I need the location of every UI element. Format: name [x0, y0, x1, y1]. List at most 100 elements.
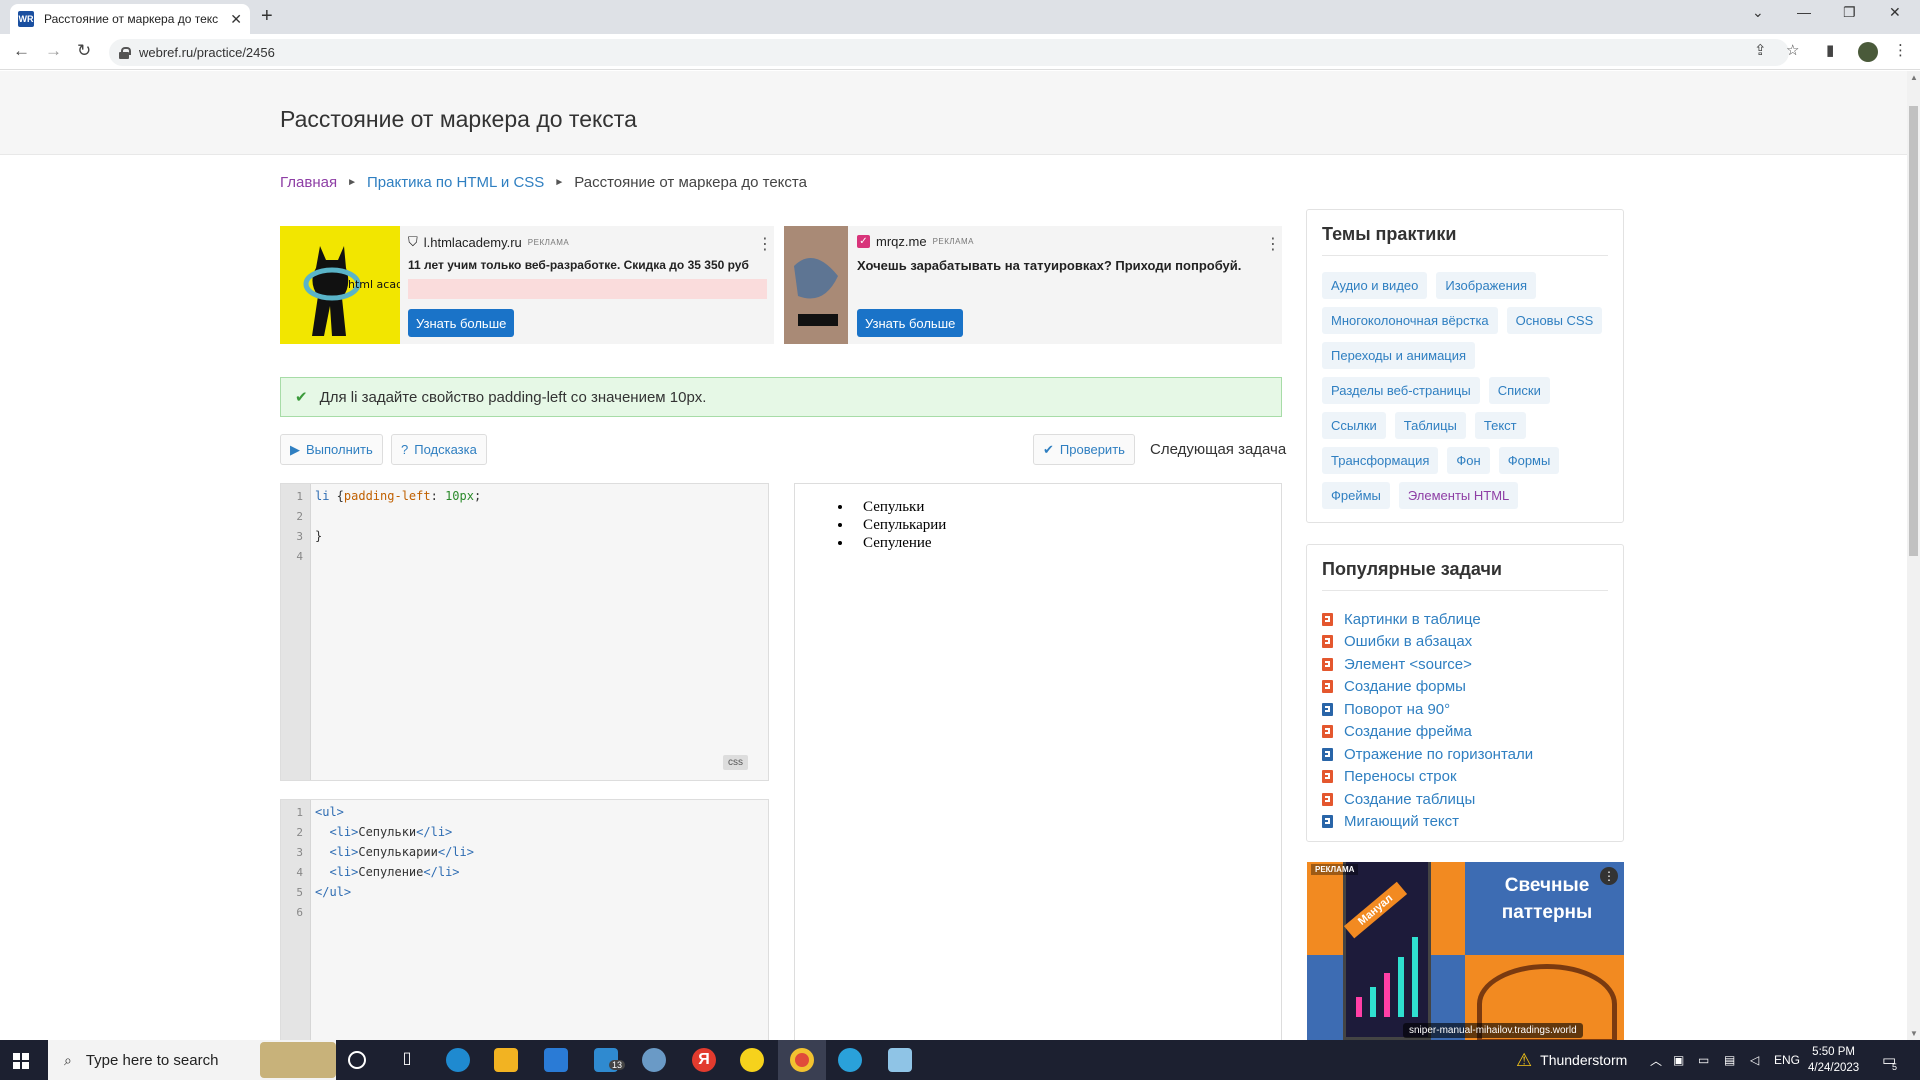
code-text: <ul>	[315, 805, 344, 819]
topic-tag[interactable]: Многоколоночная вёрстка	[1322, 307, 1498, 334]
url-field[interactable]: webref.ru/practice/2456	[109, 39, 1789, 66]
device-icon[interactable]: ▣	[1673, 1040, 1684, 1080]
check-button[interactable]: ✔ Проверить	[1033, 434, 1135, 465]
topic-tag[interactable]: Фреймы	[1322, 482, 1390, 509]
breadcrumb-home[interactable]: Главная	[280, 174, 337, 191]
forward-icon[interactable]: →	[45, 41, 62, 61]
yandex-music-icon[interactable]	[740, 1048, 764, 1072]
clock-time: 5:50 PM	[1812, 1046, 1855, 1058]
topic-tag[interactable]: Аудио и видео	[1322, 272, 1428, 299]
browser-tab[interactable]: WR Расстояние от маркера до текс ✕	[10, 4, 250, 34]
popular-task-item[interactable]: Создание формы	[1322, 676, 1533, 699]
ad-banner-htmlacademy[interactable]: html academy ⛉ l.htmlacademy.ru РЕКЛАМА …	[280, 226, 774, 344]
topic-tag[interactable]: Изображения	[1436, 272, 1537, 299]
telegram-icon[interactable]	[838, 1048, 862, 1072]
popular-task-item[interactable]: Элемент <source>	[1322, 653, 1533, 676]
topic-tag[interactable]: Таблицы	[1394, 412, 1466, 439]
popular-task-item[interactable]: Картинки в таблице	[1322, 608, 1533, 631]
ad-footer-url: sniper-manual-mihailov.tradings.world	[1403, 1023, 1583, 1038]
line-number: 3	[296, 529, 303, 543]
preview-list-item: Сепульки	[853, 498, 1281, 516]
popular-task-item[interactable]: Создание фрейма	[1322, 721, 1533, 744]
back-icon[interactable]: ←	[13, 41, 30, 61]
windows-start-icon[interactable]	[13, 1053, 29, 1069]
css-editor[interactable]: 1 li {padding-left: 10px; 2 3} 4 css	[280, 483, 769, 781]
page-scrollbar[interactable]: ▲ ▼	[1907, 71, 1920, 1040]
popular-task-item[interactable]: Поворот на 90°	[1322, 698, 1533, 721]
hint-button[interactable]: ? Подсказка	[391, 434, 487, 465]
topic-tag[interactable]: Фон	[1447, 447, 1490, 474]
ad-banner-mrqz[interactable]: ✓ mrqz.me РЕКЛАМА Хочешь зарабатывать на…	[784, 226, 1282, 344]
taskbar-clock[interactable]: 5:50 PM 4/24/2023	[1808, 1044, 1859, 1076]
popular-task-item[interactable]: Мигающий текст	[1322, 811, 1533, 834]
reload-icon[interactable]: ↻	[77, 41, 91, 61]
paint-icon[interactable]	[642, 1048, 666, 1072]
popular-panel: Популярные задачи Картинки в таблице Ошиб…	[1306, 544, 1624, 842]
ad-menu-icon[interactable]: ⋮	[1265, 234, 1281, 254]
ad-cta-button[interactable]: Узнать больше	[857, 309, 964, 337]
minimize-icon[interactable]: —	[1797, 4, 1811, 20]
topic-tag[interactable]: Переходы и анимация	[1322, 342, 1476, 369]
topic-tag[interactable]: Списки	[1488, 377, 1550, 404]
new-tab-icon[interactable]: +	[261, 5, 273, 28]
popular-task-label: Картинки в таблице	[1344, 610, 1481, 628]
code-line: 4 <li>Сепуление</li>	[281, 862, 460, 882]
language-indicator[interactable]: ENG	[1774, 1040, 1800, 1080]
close-tab-icon[interactable]: ✕	[230, 11, 242, 28]
html5-icon	[1322, 792, 1333, 806]
topic-tag[interactable]: Текст	[1474, 412, 1526, 439]
topic-tag[interactable]: Ссылки	[1322, 412, 1386, 439]
topic-tag[interactable]: Разделы веб-страницы	[1322, 377, 1480, 404]
code-text: <li>Сепуление</li>	[329, 865, 460, 879]
cortana-icon[interactable]	[348, 1051, 366, 1069]
html-editor[interactable]: 1 <ul> 2 <li>Сепульки</li> 3 <li>Сепулькари…	[280, 799, 769, 1049]
profile-avatar[interactable]	[1858, 42, 1878, 62]
menu-kebab-icon[interactable]: ⋮	[1893, 41, 1908, 59]
breadcrumb-separator-icon: ►	[347, 177, 357, 188]
bookmark-star-icon[interactable]: ☆	[1786, 41, 1799, 59]
css-value: 10px	[445, 489, 474, 503]
task-view-icon[interactable]: ▯	[395, 1048, 419, 1072]
breadcrumb-practice[interactable]: Практика по HTML и CSS	[367, 174, 544, 191]
network-icon[interactable]: ▤	[1724, 1040, 1735, 1080]
topic-tag[interactable]: Трансформация	[1322, 447, 1439, 474]
scrollbar-thumb[interactable]	[1909, 106, 1918, 556]
popular-task-list: Картинки в таблице Ошибки в абзацах Элемен…	[1322, 608, 1533, 833]
play-icon: ▶	[290, 441, 300, 457]
scroll-up-icon[interactable]: ▲	[1910, 73, 1918, 82]
next-task-link[interactable]: Следующая задача	[1150, 441, 1286, 458]
file-explorer-icon[interactable]	[494, 1048, 518, 1072]
css3-icon	[1322, 815, 1333, 829]
topic-tag[interactable]: Формы	[1498, 447, 1560, 474]
tab-search-icon[interactable]: ⌄	[1752, 4, 1764, 21]
edge-icon[interactable]	[446, 1048, 470, 1072]
close-window-icon[interactable]: ✕	[1889, 4, 1901, 21]
ad-description: Хочешь зарабатывать на татуировках? Прих…	[857, 258, 1242, 273]
chrome-icon[interactable]	[790, 1048, 814, 1072]
popular-task-item[interactable]: Создание таблицы	[1322, 788, 1533, 811]
side-panel-icon[interactable]: ▮	[1826, 41, 1834, 59]
ad-menu-icon[interactable]: ⋮	[757, 234, 773, 254]
volume-icon[interactable]: ◁	[1750, 1040, 1759, 1080]
store-icon[interactable]	[544, 1048, 568, 1072]
topic-tag[interactable]: Основы CSS	[1506, 307, 1603, 334]
topic-tag[interactable]: Элементы HTML	[1398, 482, 1519, 509]
share-icon[interactable]: ⇪	[1754, 41, 1767, 59]
popular-task-item[interactable]: Переносы строк	[1322, 766, 1533, 789]
weather-widget[interactable]: ⚠ Thunderstorm	[1516, 1040, 1627, 1080]
yandex-browser-icon[interactable]: Я	[692, 1048, 716, 1072]
ad-menu-icon[interactable]: ⋮	[1600, 867, 1618, 885]
scroll-down-icon[interactable]: ▼	[1910, 1029, 1918, 1038]
restore-icon[interactable]: ❐	[1843, 4, 1856, 21]
popular-task-item[interactable]: Отражение по горизонтали	[1322, 743, 1533, 766]
sidebar-ad[interactable]: Мануал Свечные паттерны РЕКЛАМА ⋮ sniper…	[1307, 862, 1624, 1040]
popular-task-item[interactable]: Ошибки в абзацах	[1322, 631, 1533, 654]
popular-task-label: Поворот на 90°	[1344, 700, 1451, 718]
tray-overflow-icon[interactable]: ︿	[1650, 1040, 1662, 1080]
taskbar-search[interactable]: ⌕ Type here to search	[48, 1040, 336, 1080]
notifications-icon[interactable]: ▭	[1882, 1040, 1896, 1080]
run-button[interactable]: ▶ Выполнить	[280, 434, 383, 465]
ad-cta-button[interactable]: Узнать больше	[408, 309, 515, 337]
battery-icon[interactable]: ▭	[1698, 1040, 1709, 1080]
notepad-icon[interactable]	[888, 1048, 912, 1072]
